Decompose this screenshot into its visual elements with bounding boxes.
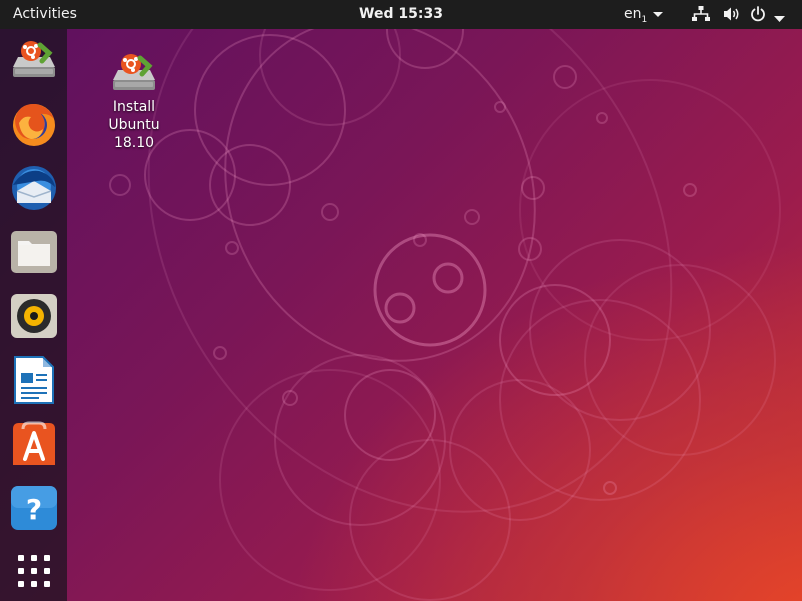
app-grid-icon [18, 555, 50, 587]
firefox-icon [13, 103, 55, 146]
writer-icon [14, 356, 54, 404]
top-bar: Activities Wed 15:33 en1 [0, 0, 802, 29]
dock: ? [0, 29, 67, 601]
dock-item-libreoffice-writer[interactable] [9, 355, 59, 405]
dock-item-install-ubuntu[interactable] [9, 35, 59, 85]
system-menu[interactable] [690, 0, 798, 29]
rhythmbox-icon [11, 294, 57, 338]
desktop-icon-label-line1: Install [112, 99, 156, 115]
software-icon [13, 421, 55, 465]
chevron-down-icon [774, 11, 785, 27]
network-icon [692, 6, 710, 26]
desktop-icon-install-ubuntu[interactable]: Install Ubuntu 18.10 [96, 48, 172, 152]
desktop-icon-label-line2: Ubuntu [108, 117, 160, 133]
input-source-menu[interactable]: en1 [624, 0, 664, 29]
chevron-down-icon [653, 11, 664, 17]
dock-item-help[interactable]: ? [9, 483, 59, 533]
desktop-icon-label-line3: 18.10 [113, 135, 155, 151]
dock-item-files[interactable] [9, 227, 59, 277]
thunderbird-icon [12, 166, 56, 210]
input-source-label: en [624, 6, 642, 22]
installer-icon [113, 54, 155, 90]
input-source-sub: 1 [641, 14, 648, 25]
activities-button[interactable]: Activities [0, 0, 90, 29]
files-icon [11, 231, 57, 273]
dock-item-show-applications[interactable] [9, 547, 59, 597]
installer-icon [13, 41, 55, 77]
help-icon: ? [11, 486, 57, 530]
dock-item-thunderbird[interactable] [9, 163, 59, 213]
clock-button[interactable]: Wed 15:33 [341, 0, 461, 29]
power-icon [750, 6, 766, 26]
dock-item-rhythmbox[interactable] [9, 291, 59, 341]
dock-item-ubuntu-software[interactable] [9, 419, 59, 469]
svg-text:?: ? [26, 493, 42, 526]
dock-item-firefox[interactable] [9, 99, 59, 149]
volume-icon [723, 6, 741, 26]
